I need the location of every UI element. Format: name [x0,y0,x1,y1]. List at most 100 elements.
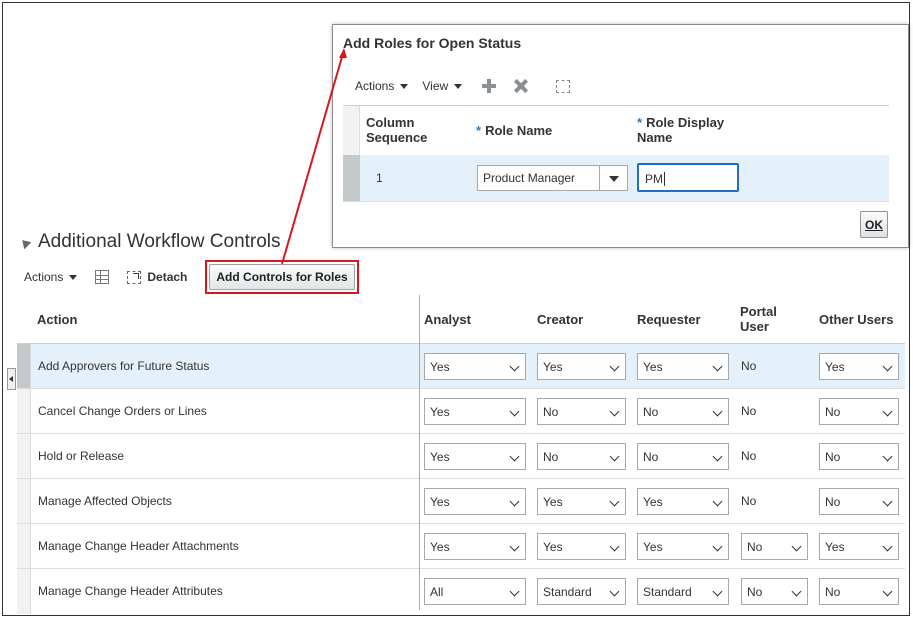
collapse-pane-handle[interactable] [7,368,16,390]
chevron-down-icon [712,406,723,417]
other-users-select[interactable]: Yes [819,353,899,380]
action-cell: Hold or Release [38,449,125,463]
requester-value: Standard [643,585,692,599]
creator-select[interactable]: No [537,443,626,470]
portal-value: No [747,540,763,554]
analyst-value: Yes [430,360,450,374]
table-row[interactable]: Add Approvers for Future Status Yes Yes … [17,344,905,389]
delete-row-x-icon[interactable] [514,79,528,93]
detach-button[interactable]: Detach [127,270,187,284]
analyst-select[interactable]: Yes [424,488,526,515]
requester-select[interactable]: Yes [637,533,729,560]
frozen-column-divider[interactable] [419,295,420,610]
role-name-value: Product Manager [483,171,576,185]
analyst-select[interactable]: Yes [424,353,526,380]
chevron-down-icon [882,361,893,372]
dialog-table-bottom [343,201,889,202]
dialog-table-border [343,105,889,106]
other-users-select[interactable]: No [819,578,899,605]
row-selector[interactable] [17,389,31,433]
caret-down-icon [400,83,409,89]
role-display-name-input[interactable]: PM [637,163,739,192]
col-header-column-sequence[interactable]: Column Sequence [366,115,446,145]
actions-menu[interactable]: Actions [24,270,78,284]
creator-select[interactable]: Yes [537,353,626,380]
requester-value: Yes [643,540,663,554]
add-controls-for-roles-button[interactable]: Add Controls for Roles [209,264,355,290]
section-header[interactable]: Additional Workflow Controls [18,231,281,253]
col-header-portal-user[interactable]: Portal User [740,304,790,334]
add-roles-dialog: Add Roles for Open Status Actions View C… [332,24,909,248]
row-selector[interactable] [17,524,31,568]
creator-value: No [543,405,559,419]
analyst-select[interactable]: Yes [424,398,526,425]
other-users-select[interactable]: Yes [819,533,899,560]
col-header-role-display-name[interactable]: * Role Display Name [637,115,747,145]
detach-icon[interactable] [556,79,571,93]
table-row[interactable]: Cancel Change Orders or Lines Yes No No … [17,389,905,434]
analyst-select[interactable]: Yes [424,443,526,470]
add-row-plus-icon[interactable] [482,79,497,93]
chevron-down-icon [509,541,520,552]
requester-select[interactable]: Standard [637,578,729,605]
col-header-other-users[interactable]: Other Users [819,312,893,327]
requester-value: No [643,405,659,419]
row-selector[interactable] [17,479,31,523]
requester-select[interactable]: Yes [637,353,729,380]
creator-value: Standard [543,585,592,599]
dialog-actions-menu[interactable]: Actions [355,79,409,93]
analyst-select[interactable]: All [424,578,526,605]
creator-select[interactable]: No [537,398,626,425]
chevron-down-icon [882,541,893,552]
other-value: Yes [825,360,845,374]
chevron-down-icon [609,406,620,417]
col-header-analyst[interactable]: Analyst [424,312,471,327]
analyst-value: Yes [430,495,450,509]
table-row[interactable]: Manage Change Header Attributes All Stan… [17,569,905,614]
chevron-down-icon [609,361,620,372]
chevron-down-icon [609,586,620,597]
col-header-requester[interactable]: Requester [637,312,701,327]
row-selector[interactable] [343,155,360,201]
creator-select[interactable]: Yes [537,488,626,515]
chevron-down-icon [882,496,893,507]
requester-select[interactable]: No [637,443,729,470]
chevron-down-icon [609,541,620,552]
dialog-view-menu[interactable]: View [422,79,463,93]
creator-select[interactable]: Yes [537,533,626,560]
analyst-select[interactable]: Yes [424,533,526,560]
chevron-down-icon [509,361,520,372]
dropdown-arrow-icon[interactable] [599,166,627,190]
row-selector[interactable] [17,434,31,478]
creator-select[interactable]: Standard [537,578,626,605]
col-header-action[interactable]: Action [37,312,77,327]
analyst-value: All [430,585,444,599]
chevron-down-icon [712,451,723,462]
table-row[interactable]: Manage Affected Objects Yes Yes Yes No N… [17,479,905,524]
requester-select[interactable]: Yes [637,488,729,515]
requester-select[interactable]: No [637,398,729,425]
portal-user-select[interactable]: No [741,533,808,560]
portal-value: No [747,585,763,599]
dialog-table-row[interactable]: 1 Product Manager PM [343,155,889,201]
table-row[interactable]: Manage Change Header Attachments Yes Yes… [17,524,905,569]
other-users-select[interactable]: No [819,488,899,515]
collapse-triangle-icon[interactable] [18,236,32,250]
dialog-title: Add Roles for Open Status [343,35,522,51]
ok-button[interactable]: OK [860,211,888,238]
callout-highlight: Add Controls for Roles [205,260,359,294]
row-selector[interactable] [17,569,31,614]
creator-value: Yes [543,495,563,509]
table-row[interactable]: Hold or Release Yes No No No No [17,434,905,479]
portal-user-select[interactable]: No [741,578,808,605]
role-name-select[interactable]: Product Manager [477,165,628,191]
col-header-role-name[interactable]: * Role Name [476,123,552,138]
table-toolbar: Actions Detach Add Controls for Roles [24,260,359,294]
col-header-creator[interactable]: Creator [537,312,583,327]
portal-value: No [741,449,757,463]
other-users-select[interactable]: No [819,443,899,470]
freeze-button[interactable] [95,270,110,284]
dialog-toolbar: Actions View [355,75,571,97]
other-users-select[interactable]: No [819,398,899,425]
row-selector[interactable] [17,344,31,388]
